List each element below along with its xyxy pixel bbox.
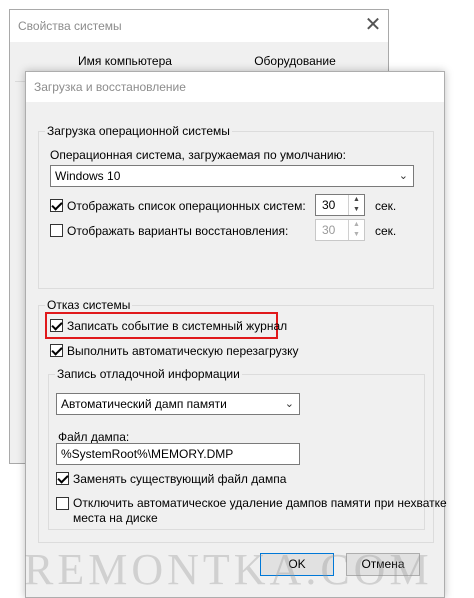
startup-group-label: Загрузка операционной системы: [45, 124, 232, 138]
system-failure-group-label: Отказ системы: [45, 298, 133, 312]
auto-restart-label: Выполнить автоматическую перезагрузку: [67, 344, 299, 358]
write-event-label: Записать событие в системный журнал: [67, 319, 288, 333]
stepper-up-icon[interactable]: ▲: [349, 195, 364, 205]
dump-type-select[interactable]: Автоматический дамп памяти ⌄: [56, 393, 300, 415]
chevron-down-icon: ⌄: [284, 398, 294, 410]
disable-auto-delete-label-line1: Отключить автоматическое удаление дампов…: [73, 496, 447, 510]
stepper-down-icon: ▼: [353, 231, 360, 238]
disable-auto-delete-label-line2: места на диске: [73, 511, 158, 525]
auto-restart-checkbox[interactable]: [50, 344, 63, 357]
stepper-buttons: ▲ ▼: [348, 220, 364, 240]
show-os-list-seconds-stepper[interactable]: 30 ▲ ▼: [315, 194, 365, 216]
dump-file-label: Файл дампа:: [58, 430, 130, 444]
show-recovery-checkbox[interactable]: [50, 224, 63, 237]
show-os-list-label: Отображать список операционных систем:: [67, 199, 306, 213]
default-os-select[interactable]: Windows 10 ⌄: [50, 165, 414, 187]
watermark-text: REMONTKA.COM: [24, 545, 433, 594]
dialog-title: Загрузка и восстановление: [34, 80, 186, 94]
system-properties-titlebar: Свойства системы ✕: [10, 10, 388, 42]
default-os-value: Windows 10: [55, 169, 121, 183]
seconds-unit-label: сек.: [375, 199, 397, 213]
dump-file-value: %SystemRoot%\MEMORY.DMP: [61, 447, 234, 461]
boot-recovery-dialog: Загрузка и восстановление Загрузка опера…: [25, 71, 447, 598]
show-recovery-label: Отображать варианты восстановления:: [67, 224, 289, 238]
dump-file-input[interactable]: %SystemRoot%\MEMORY.DMP: [56, 443, 300, 465]
chevron-down-icon: ⌄: [398, 170, 408, 182]
tab-computer-name[interactable]: Имя компьютера: [28, 50, 222, 72]
close-icon[interactable]: ✕: [358, 10, 388, 40]
default-os-label: Операционная система, загружаемая по умо…: [50, 148, 346, 162]
dialog-titlebar: Загрузка и восстановление: [26, 72, 444, 102]
show-recovery-seconds-stepper: 30 ▲ ▼: [315, 219, 365, 241]
stepper-buttons: ▲ ▼: [348, 195, 364, 215]
show-recovery-seconds-value: 30: [322, 223, 336, 237]
dump-type-value: Автоматический дамп памяти: [61, 397, 227, 411]
stepper-up-icon: ▲: [353, 221, 360, 228]
stepper-down-icon[interactable]: ▼: [349, 205, 364, 215]
system-properties-title: Свойства системы: [18, 19, 122, 33]
tab-hardware[interactable]: Оборудование: [222, 50, 368, 72]
debug-info-group-label: Запись отладочной информации: [55, 367, 242, 381]
show-os-list-checkbox[interactable]: [50, 199, 63, 212]
overwrite-dump-label: Заменять существующий файл дампа: [73, 472, 287, 486]
write-event-checkbox[interactable]: [50, 319, 63, 332]
disable-auto-delete-checkbox[interactable]: [56, 497, 69, 510]
show-os-list-seconds-value: 30: [322, 198, 336, 212]
overwrite-dump-checkbox[interactable]: [56, 472, 69, 485]
seconds-unit-label: сек.: [375, 224, 397, 238]
